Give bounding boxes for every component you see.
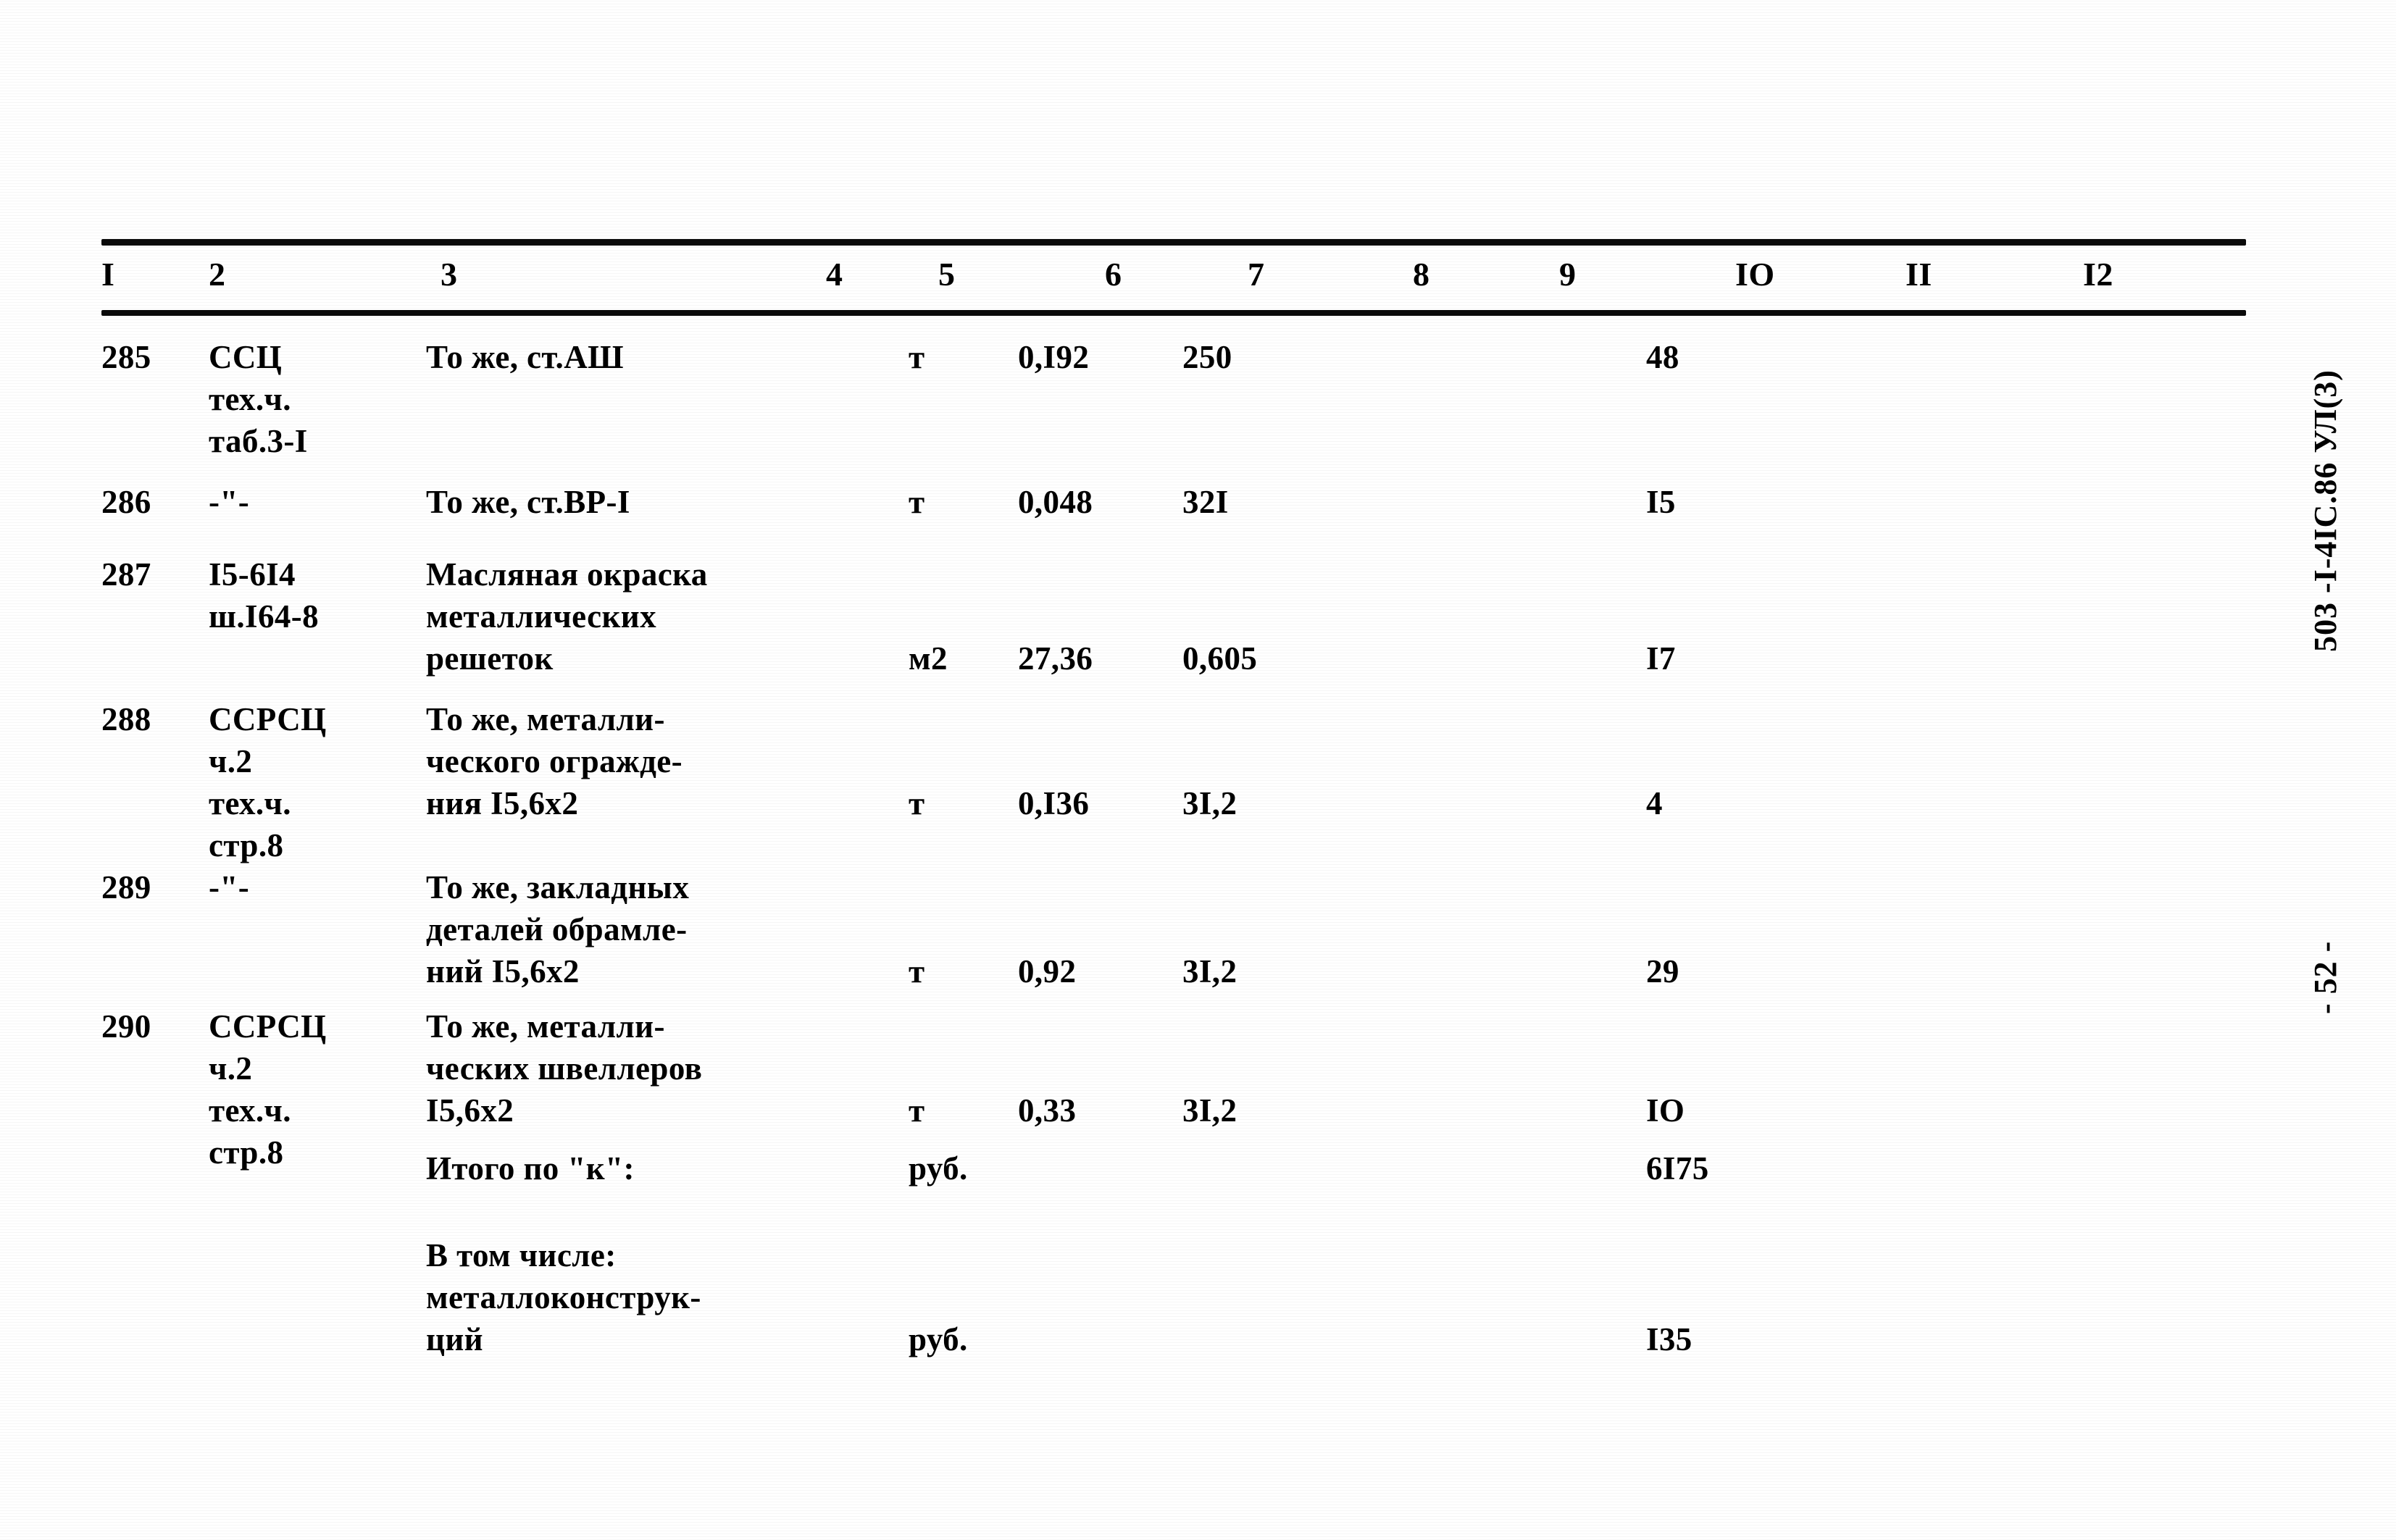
row-cell-total: 29 [1646, 953, 1679, 989]
document-page: I 2 3 4 5 6 7 8 9 IO II I2 285 ССЦ тех.ч… [0, 0, 2396, 1540]
row-cell-unit-price: 0,605 [1182, 640, 1258, 677]
row-cell-total: 4 [1646, 785, 1663, 821]
row-cell-quantity: 0,33 [1018, 1092, 1077, 1129]
column-header-8: 8 [1413, 256, 1430, 293]
subtotal-label: Итого по "к": [426, 1150, 635, 1187]
row-cell-justification: -"- [209, 869, 250, 905]
row-cell-unit-price: 32I [1182, 484, 1229, 520]
row-cell-unit-price: 250 [1182, 339, 1232, 375]
column-header-3: 3 [441, 256, 458, 293]
document-code-margin: 503 -I-4IC.86 УЛ(3) [2308, 369, 2343, 652]
row-cell-quantity: 0,I92 [1018, 339, 1090, 375]
row-cell-description: То же, металли- ческих швеллеров I5,6х2 [426, 1008, 703, 1129]
row-cell-unit-price: 3I,2 [1182, 1092, 1237, 1129]
row-cell-position: 285 [101, 339, 151, 375]
row-cell-description: Масляная окраска металлических решеток [426, 556, 708, 677]
row-cell-description: То же, ст.АШ [426, 339, 624, 375]
row-cell-quantity: 0,048 [1018, 484, 1093, 520]
column-header-7: 7 [1248, 256, 1265, 293]
row-cell-unit: т [909, 339, 925, 375]
row-cell-description: То же, ст.ВР-I [426, 484, 630, 520]
row-cell-quantity: 0,I36 [1018, 785, 1090, 821]
row-cell-position: 287 [101, 556, 151, 593]
row-cell-unit-price: 3I,2 [1182, 953, 1237, 989]
breakdown-amount: I35 [1646, 1321, 1692, 1357]
estimate-table: I 2 3 4 5 6 7 8 9 IO II I2 285 ССЦ тех.ч… [101, 239, 2246, 1369]
row-cell-unit: руб. [909, 1321, 968, 1357]
page-number-margin: - 52 - [2308, 940, 2343, 1014]
column-header-9: 9 [1559, 256, 1577, 293]
row-cell-unit-price: 3I,2 [1182, 785, 1237, 821]
row-cell-position: 290 [101, 1008, 151, 1045]
row-cell-unit: т [909, 1092, 925, 1129]
row-cell-quantity: 27,36 [1018, 640, 1093, 677]
column-header-10: IO [1735, 256, 1775, 293]
row-cell-total: IO [1646, 1092, 1685, 1129]
row-cell-unit: т [909, 953, 925, 989]
row-cell-description: То же, закладных деталей обрамле- ний I5… [426, 869, 690, 989]
row-cell-description: То же, металли- ческого огражде- ния I5,… [426, 701, 683, 821]
row-cell-position: 286 [101, 484, 151, 520]
row-cell-total: I7 [1646, 640, 1676, 677]
column-header-6: 6 [1105, 256, 1122, 293]
column-header-5: 5 [938, 256, 956, 293]
column-header-2: 2 [209, 256, 226, 293]
row-cell-unit: м2 [909, 640, 948, 677]
table-top-rule [101, 239, 2246, 246]
row-cell-quantity: 0,92 [1018, 953, 1077, 989]
row-cell-position: 288 [101, 701, 151, 737]
row-cell-justification: ССРСЦ ч.2 тех.ч. стр.8 [209, 1008, 327, 1171]
subtotal-amount: 6I75 [1646, 1150, 1709, 1187]
row-cell-position: 289 [101, 869, 151, 905]
column-header-4: 4 [826, 256, 843, 293]
row-cell-justification: ССРСЦ ч.2 тех.ч. стр.8 [209, 701, 327, 863]
row-cell-justification: ССЦ тех.ч. таб.3-I [209, 339, 308, 459]
row-cell-total: I5 [1646, 484, 1676, 520]
row-cell-unit: руб. [909, 1150, 968, 1187]
row-cell-total: 48 [1646, 339, 1679, 375]
row-cell-unit: т [909, 484, 925, 520]
column-header-1: I [101, 256, 115, 293]
row-cell-unit: т [909, 785, 925, 821]
breakdown-label: В том числе: металлоконструк- ций [426, 1237, 701, 1357]
row-cell-justification: -"- [209, 484, 250, 520]
column-header-12: I2 [2083, 256, 2113, 293]
table-header-bottom-rule [101, 310, 2246, 316]
row-cell-justification: I5-6I4 ш.I64-8 [209, 556, 320, 635]
column-header-11: II [1905, 256, 1932, 293]
